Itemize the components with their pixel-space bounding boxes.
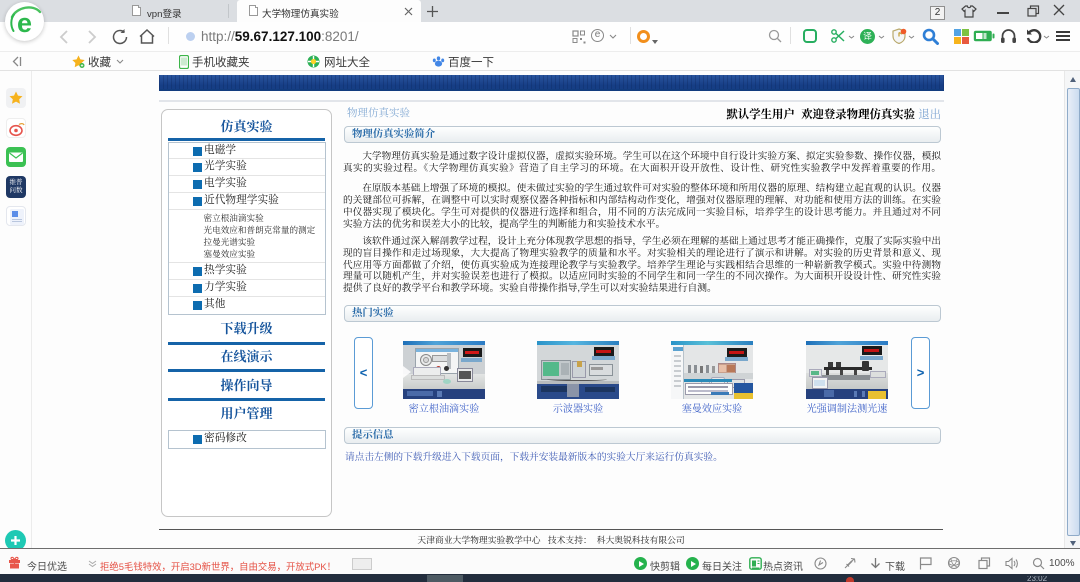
svg-text:e: e [17, 8, 32, 38]
